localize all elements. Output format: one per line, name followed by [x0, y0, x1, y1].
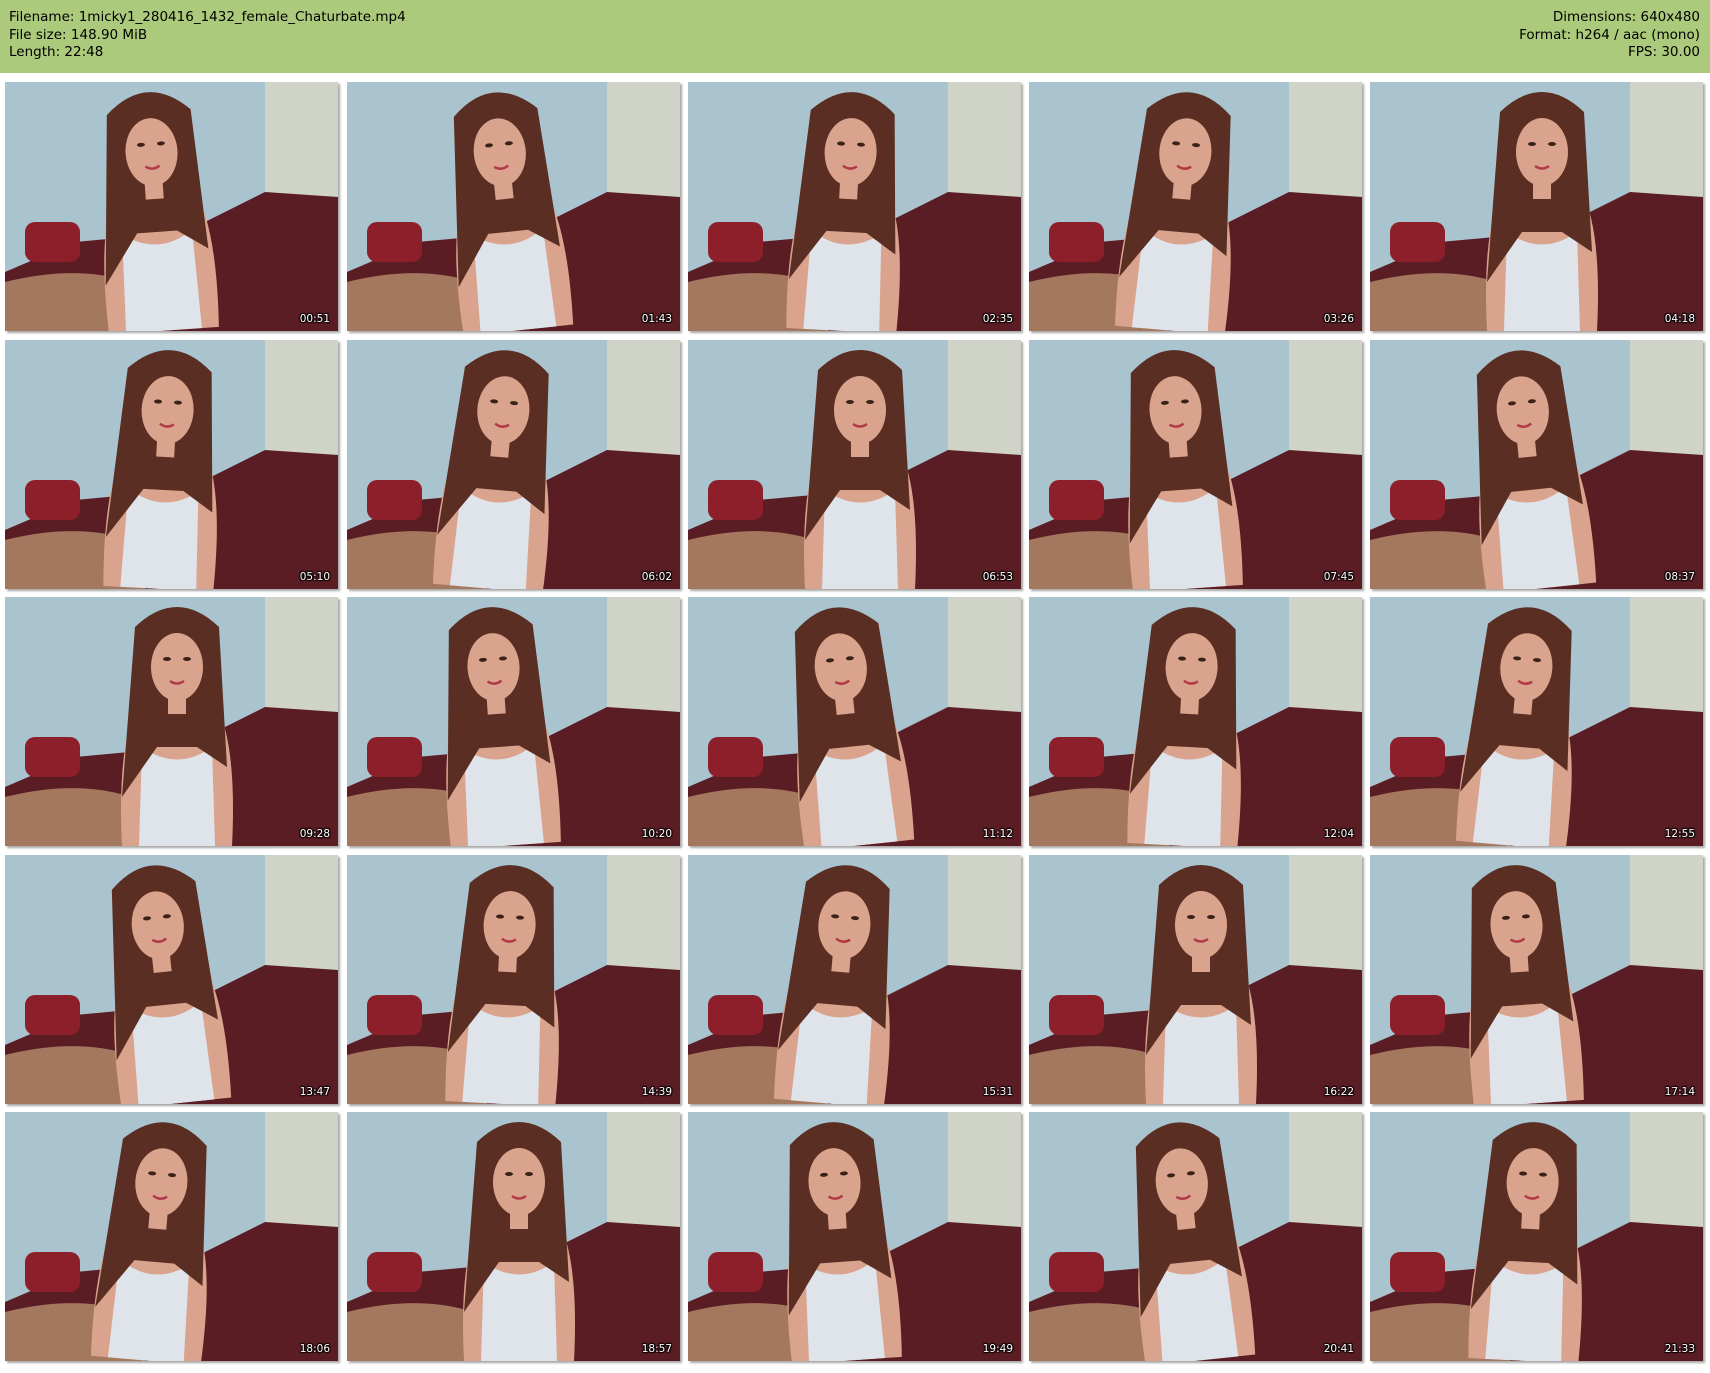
timestamp-label: 12:04	[1323, 828, 1354, 840]
video-thumbnail: 18:06	[5, 1112, 338, 1361]
header-left: Filename: 1micky1_280416_1432_female_Cha…	[9, 9, 406, 62]
frame-image	[1029, 1112, 1362, 1361]
timestamp-label: 04:18	[1664, 313, 1695, 325]
video-thumbnail: 16:22	[1029, 855, 1362, 1104]
timestamp-label: 00:51	[299, 313, 330, 325]
filesize-label: File size: 148.90 MiB	[9, 26, 148, 43]
frame-image	[347, 597, 680, 846]
timestamp-label: 06:53	[982, 571, 1013, 583]
info-header: Filename: 1micky1_280416_1432_female_Cha…	[0, 0, 1710, 73]
video-thumbnail: 03:26	[1029, 82, 1362, 331]
timestamp-label: 12:55	[1664, 828, 1695, 840]
timestamp-label: 13:47	[299, 1086, 330, 1098]
timestamp-label: 08:37	[1664, 571, 1695, 583]
frame-image	[1029, 855, 1362, 1104]
frame-image	[688, 1112, 1021, 1361]
video-thumbnail: 19:49	[688, 1112, 1021, 1361]
video-thumbnail: 08:37	[1370, 340, 1703, 589]
video-thumbnail: 18:57	[347, 1112, 680, 1361]
timestamp-label: 05:10	[299, 571, 330, 583]
video-thumbnail: 12:04	[1029, 597, 1362, 846]
frame-image	[688, 855, 1021, 1104]
frame-image	[1370, 597, 1703, 846]
timestamp-label: 10:20	[641, 828, 672, 840]
frame-image	[1370, 1112, 1703, 1361]
frame-image	[1029, 340, 1362, 589]
frame-image	[688, 597, 1021, 846]
frame-image	[1370, 340, 1703, 589]
timestamp-label: 11:12	[982, 828, 1013, 840]
frame-image	[5, 340, 338, 589]
timestamp-label: 16:22	[1323, 1086, 1354, 1098]
frame-image	[5, 597, 338, 846]
frame-image	[5, 1112, 338, 1361]
video-thumbnail: 17:14	[1370, 855, 1703, 1104]
timestamp-label: 14:39	[641, 1086, 672, 1098]
timestamp-label: 20:41	[1323, 1343, 1354, 1355]
header-right: Dimensions: 640x480 Format: h264 / aac (…	[1519, 9, 1700, 62]
video-thumbnail: 02:35	[688, 82, 1021, 331]
video-thumbnail: 05:10	[5, 340, 338, 589]
video-thumbnail: 20:41	[1029, 1112, 1362, 1361]
fps-label: FPS: 30.00	[1628, 44, 1700, 60]
frame-image	[347, 1112, 680, 1361]
frame-image	[688, 340, 1021, 589]
timestamp-label: 19:49	[982, 1343, 1013, 1355]
filename-label: Filename: 1micky1_280416_1432_female_Cha…	[9, 9, 406, 25]
dimensions-label: Dimensions: 640x480	[1552, 9, 1700, 25]
video-thumbnail: 04:18	[1370, 82, 1703, 331]
frame-image	[5, 855, 338, 1104]
frame-image	[1370, 855, 1703, 1104]
frame-image	[1370, 82, 1703, 331]
timestamp-label: 02:35	[982, 313, 1013, 325]
frame-image	[1029, 597, 1362, 846]
frame-image	[347, 82, 680, 331]
timestamp-label: 18:06	[299, 1343, 330, 1355]
timestamp-label: 15:31	[982, 1086, 1013, 1098]
timestamp-label: 06:02	[641, 571, 672, 583]
frame-image	[347, 340, 680, 589]
timestamp-label: 03:26	[1323, 313, 1354, 325]
timestamp-label: 18:57	[641, 1343, 672, 1355]
format-label: Format: h264 / aac (mono)	[1519, 26, 1700, 43]
video-thumbnail: 06:53	[688, 340, 1021, 589]
timestamp-label: 07:45	[1323, 571, 1354, 583]
timestamp-label: 09:28	[299, 828, 330, 840]
video-thumbnail: 11:12	[688, 597, 1021, 846]
video-thumbnail: 10:20	[347, 597, 680, 846]
frame-image	[347, 855, 680, 1104]
video-thumbnail: 00:51	[5, 82, 338, 331]
timestamp-label: 21:33	[1664, 1343, 1695, 1355]
thumbnail-grid: 00:51 01:43 02:35 03:26 04:18 05:10 06:02 06:53…	[0, 82, 1710, 1370]
frame-image	[688, 82, 1021, 331]
video-thumbnail: 21:33	[1370, 1112, 1703, 1361]
video-thumbnail: 07:45	[1029, 340, 1362, 589]
video-thumbnail: 13:47	[5, 855, 338, 1104]
video-thumbnail: 14:39	[347, 855, 680, 1104]
frame-image	[5, 82, 338, 331]
timestamp-label: 01:43	[641, 313, 672, 325]
frame-image	[1029, 82, 1362, 331]
video-thumbnail: 01:43	[347, 82, 680, 331]
video-thumbnail: 09:28	[5, 597, 338, 846]
video-thumbnail: 12:55	[1370, 597, 1703, 846]
length-label: Length: 22:48	[9, 44, 104, 60]
timestamp-label: 17:14	[1664, 1086, 1695, 1098]
video-thumbnail: 15:31	[688, 855, 1021, 1104]
video-thumbnail: 06:02	[347, 340, 680, 589]
